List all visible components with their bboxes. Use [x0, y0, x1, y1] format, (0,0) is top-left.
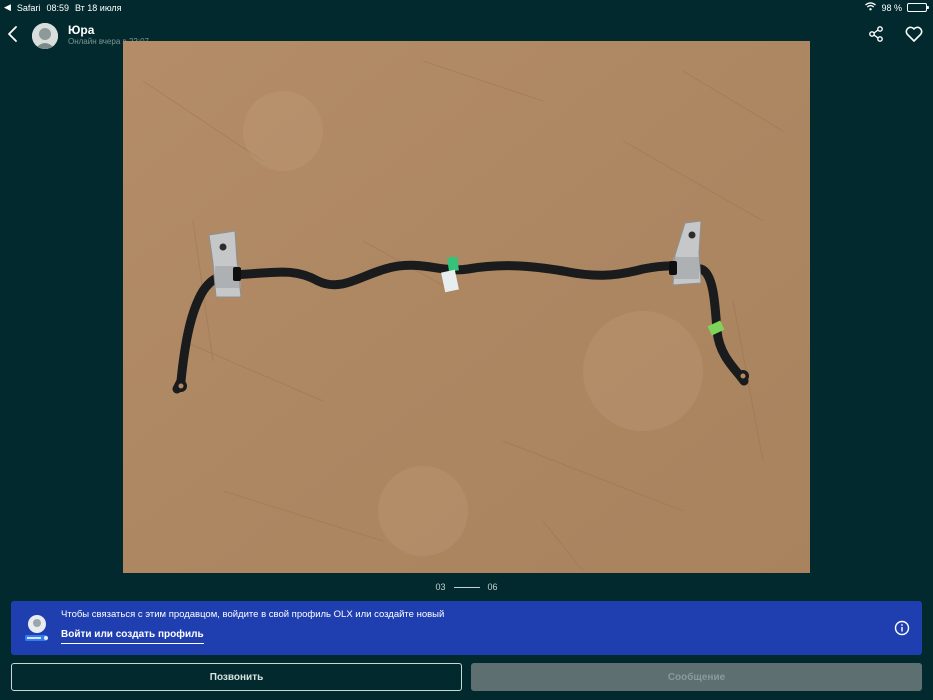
status-bar: ◀ Safari 08:59 Вт 18 июля 98 % [0, 0, 933, 14]
pager-current: 03 [435, 582, 446, 592]
listing-page: ◀ Safari 08:59 Вт 18 июля 98 % Юра Онлай… [0, 0, 933, 700]
battery-percent: 98 % [881, 2, 902, 13]
status-app[interactable]: Safari [17, 3, 41, 13]
battery-icon [907, 3, 929, 12]
info-icon[interactable] [894, 620, 910, 636]
seller-name[interactable]: Юра [68, 23, 94, 37]
status-date: Вт 18 июля [74, 2, 122, 13]
product-photo[interactable] [123, 41, 810, 573]
pager-divider [453, 586, 480, 588]
share-button[interactable] [864, 24, 888, 48]
heart-icon [905, 26, 923, 47]
profile-logo-icon [24, 614, 50, 642]
gallery-pager: 03 06 [0, 580, 933, 594]
login-link[interactable]: Войти или создать профиль [61, 629, 204, 644]
share-icon [868, 25, 884, 47]
status-time: 08:59 [46, 2, 69, 13]
favorite-button[interactable] [902, 24, 926, 48]
avatar[interactable] [32, 23, 58, 49]
wifi-icon [865, 2, 877, 13]
message-button[interactable]: Сообщение [471, 663, 922, 691]
pager-total: 06 [487, 582, 498, 592]
login-banner-message: Чтобы связаться с этим продавцом, войдит… [61, 609, 445, 620]
back-button[interactable] [2, 24, 22, 48]
login-banner: Чтобы связаться с этим продавцом, войдит… [11, 601, 922, 655]
call-button[interactable]: Позвонить [11, 663, 462, 691]
back-to-app-icon[interactable]: ◀ [4, 2, 11, 13]
chevron-left-icon [6, 25, 18, 48]
